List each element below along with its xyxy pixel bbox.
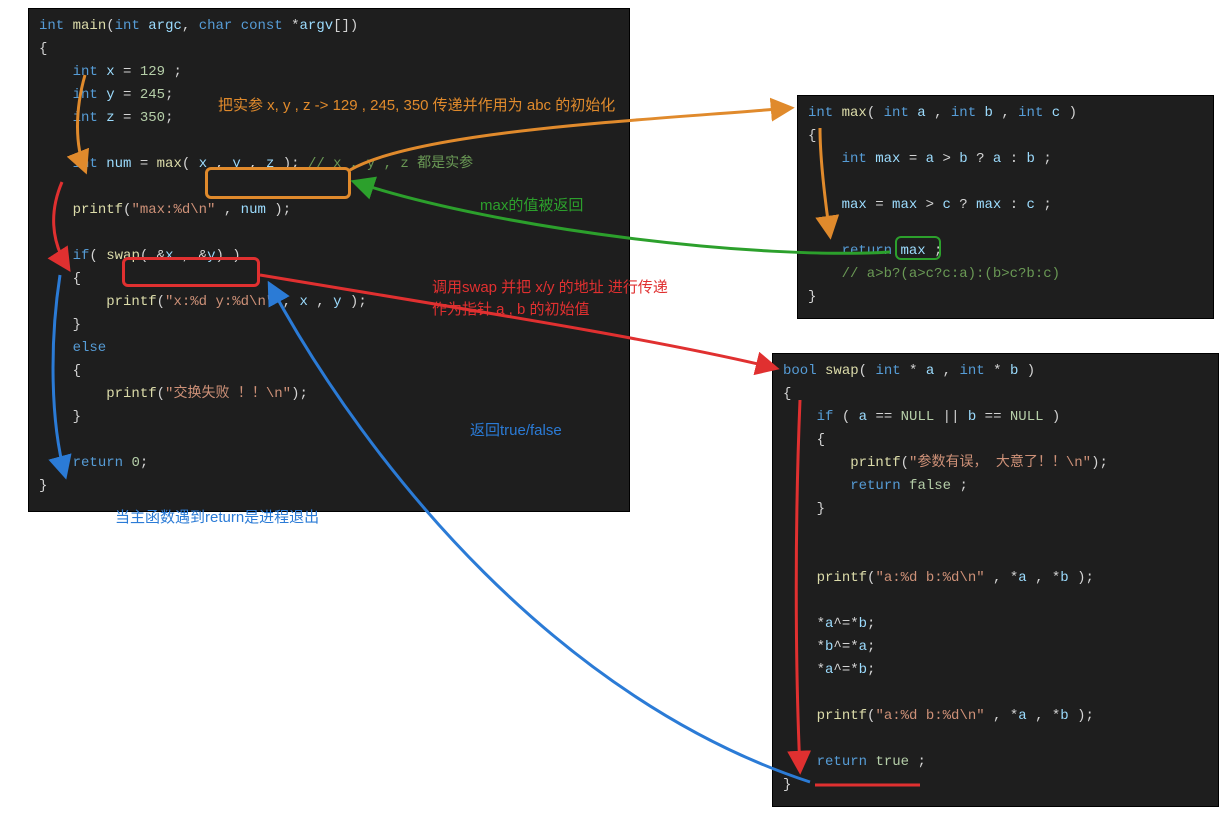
swap-return-false: return false ; bbox=[783, 475, 1208, 498]
swap-xor-3: *a^=*b; bbox=[783, 659, 1208, 682]
code-block-max: int max( int a , int b , int c ) { int m… bbox=[797, 95, 1214, 319]
highlight-swap-call bbox=[122, 257, 260, 287]
swap-return-true: return true ; bbox=[783, 751, 1208, 774]
max-signature: int max( int a , int b , int c ) bbox=[808, 102, 1203, 125]
max-return: return max ; bbox=[808, 240, 1203, 263]
return-0-line: return 0; bbox=[39, 452, 619, 475]
max-comment: // a>b?(a>c?c:a):(b>c?b:c) bbox=[808, 263, 1203, 286]
swap-signature: bool swap( int * a , int * b ) bbox=[783, 360, 1208, 383]
swap-err-printf: printf("参数有误， 大意了！！\n"); bbox=[783, 452, 1208, 475]
swap-printf-2: printf("a:%d b:%d\n" , *a , *b ); bbox=[783, 705, 1208, 728]
annotation-green: max的值被返回 bbox=[480, 195, 583, 217]
swap-printf-1: printf("a:%d b:%d\n" , *a , *b ); bbox=[783, 567, 1208, 590]
annotation-blue-return: 返回true/false bbox=[470, 420, 562, 442]
highlight-max-call bbox=[205, 167, 351, 199]
swap-xor-2: *b^=*a; bbox=[783, 636, 1208, 659]
else-line: else bbox=[39, 337, 619, 360]
max-l2: max = max > c ? max : c ; bbox=[808, 194, 1203, 217]
printf-fail-line: printf("交换失败 ！！\n"); bbox=[39, 383, 619, 406]
annotation-red: 调用swap 并把 x/y 的地址 进行传递 作为指针 a , b 的初始值 bbox=[432, 277, 752, 321]
swap-if-line: if ( a == NULL || b == NULL ) bbox=[783, 406, 1208, 429]
highlight-return-max bbox=[895, 236, 941, 260]
code-block-swap: bool swap( int * a , int * b ) { if ( a … bbox=[772, 353, 1219, 807]
max-l1: int max = a > b ? a : b ; bbox=[808, 148, 1203, 171]
swap-xor-1: *a^=*b; bbox=[783, 613, 1208, 636]
decl-x: int x = 129 ; bbox=[39, 61, 619, 84]
annotation-orange: 把实参 x, y , z -> 129 , 245, 350 传递并作用为 ab… bbox=[218, 95, 788, 117]
annotation-blue-exit: 当主函数遇到return是进程退出 bbox=[115, 507, 319, 529]
main-signature: int main(int argc, char const *argv[]) bbox=[39, 15, 619, 38]
